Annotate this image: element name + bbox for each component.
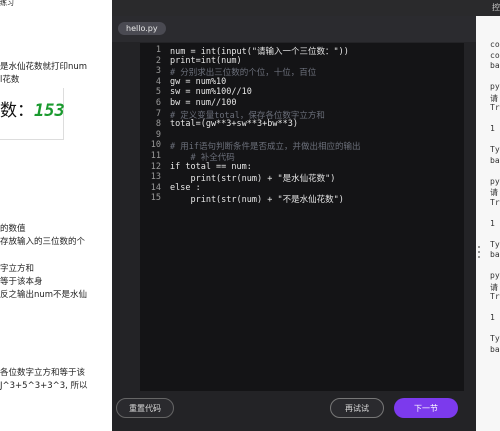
next-section-button[interactable]: 下一节 [394, 398, 458, 418]
example-output-value: 153 [34, 101, 65, 121]
console-line: ba [490, 344, 500, 354]
console-line: ba [490, 61, 500, 70]
line-number: 11 [150, 151, 161, 161]
console-line: 1 [490, 313, 495, 322]
line-number: 1 [155, 45, 161, 55]
console-line: Ty [490, 239, 500, 249]
line-number: 6 [155, 98, 161, 108]
console-line: Ty [490, 334, 500, 343]
code-line: total=(gw**3+sw**3+bw**3) [170, 119, 298, 130]
code-line: else : [170, 182, 201, 193]
console-title: 控 [492, 3, 500, 12]
code-line: gw = num%10 [170, 76, 227, 87]
line-number: 4 [155, 76, 161, 87]
console-line: co [490, 50, 500, 60]
reset-code-button[interactable]: 重置代码 [116, 398, 174, 418]
console-line: Tr [490, 103, 500, 112]
line-number: 15 [150, 193, 161, 204]
console-line: co [490, 40, 500, 49]
file-tab-hello-py[interactable]: hello.py [118, 22, 166, 35]
top-strip [112, 0, 476, 16]
instruction-line: l花数 [0, 75, 20, 85]
line-number: 7 [155, 108, 161, 119]
console-line: Tr [490, 197, 500, 207]
line-number: 14 [150, 182, 161, 193]
console-line: 请 [490, 282, 498, 292]
console-line: Tr [490, 292, 500, 301]
console-line: 1 [490, 124, 495, 133]
code-line: bw = num//100 [170, 98, 237, 108]
instruction-line: 存放输入的三位数的个 [0, 237, 86, 247]
console-line: py [490, 271, 500, 280]
example-output: 数：153 [0, 96, 65, 121]
console-pane: 控 co co ba py 请 Tr 1 Ty ba py 请 Tr 1 Ty ba py 请 Tr 1 Ty ba [476, 0, 500, 431]
console-line: 请 [490, 188, 498, 197]
line-number: 2 [155, 55, 161, 66]
console-line: ba [490, 155, 500, 165]
instruction-pane: 练习 是水仙花数就打印num l花数 数：153 的数值 存放输入的三位数的个 … [0, 0, 112, 431]
console-line: Ty [490, 145, 500, 154]
line-number: 3 [155, 66, 161, 77]
line-gutter: 1 2 3 4 5 6 7 8 9 10 11 12 13 14 15 [140, 43, 164, 403]
line-number: 10 [150, 140, 161, 151]
console-line: py [490, 82, 500, 91]
instruction-line: 等于该本身 [0, 277, 43, 287]
console-line: 1 [490, 218, 495, 228]
console-line: py [490, 176, 500, 186]
instruction-line: 是水仙花数就打印num [0, 62, 88, 72]
code-line: sw = num%100//10 [170, 87, 252, 98]
example-output-label: 数： [0, 101, 34, 121]
instruction-line: 的数值 [0, 224, 26, 234]
line-number: 12 [150, 161, 161, 172]
code-editor[interactable]: 1 2 3 4 5 6 7 8 9 10 11 12 13 14 15 num = int(input("请… [140, 43, 464, 403]
retry-button[interactable]: 再试试 [330, 398, 384, 418]
console-header: 控 [476, 0, 500, 16]
drag-handle-icon[interactable] [478, 246, 482, 266]
instruction-line: 各位数字立方和等于该 [0, 368, 86, 378]
left-top-fragment: 练习 [0, 0, 14, 7]
console-line: 请 [490, 93, 498, 103]
line-number: 9 [155, 129, 161, 140]
console-line: ba [490, 250, 500, 259]
code-line: if total == num: [170, 161, 252, 172]
line-number: 5 [155, 87, 161, 98]
line-number: 13 [150, 172, 161, 183]
code-line: print=int(num) [170, 55, 242, 66]
code-line: print(str(num) + "不是水仙花数") [170, 195, 344, 206]
line-number: 8 [155, 119, 161, 130]
editor-panel: hello.py 1 2 3 4 5 6 7 8 9 10 11 12 13 14 15 num = int… [112, 16, 476, 431]
instruction-line: J^3+5^3+3^3, 所以 [0, 381, 88, 391]
instruction-line: 字立方和 [0, 264, 35, 274]
instruction-line: 反之输出num不是水仙 [0, 290, 88, 300]
tab-bar: hello.py [112, 16, 476, 42]
